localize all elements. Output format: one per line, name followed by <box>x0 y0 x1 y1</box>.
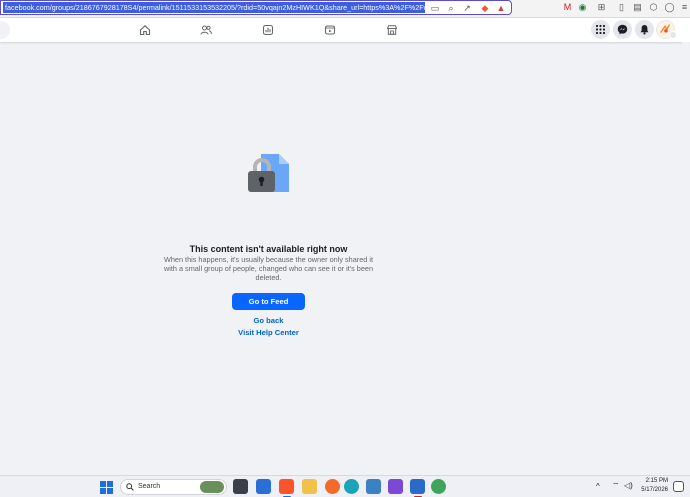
visual-studio-icon[interactable] <box>388 479 403 494</box>
friends-icon <box>200 25 212 35</box>
vpn-icon[interactable]: ⬡ <box>648 2 659 13</box>
video-icon <box>324 25 336 35</box>
extension-icon[interactable]: ◉ <box>577 2 588 13</box>
messenger-icon <box>617 24 628 35</box>
show-hidden-icons[interactable]: ^ <box>596 482 600 491</box>
error-description: When this happens, it's usually because … <box>163 255 374 282</box>
marketplace-icon <box>386 25 398 35</box>
cast-icon[interactable]: ▭ <box>429 2 441 14</box>
gmail-extension-icon[interactable]: M <box>562 2 573 13</box>
dashboard-tab[interactable] <box>259 21 277 39</box>
lock-document-icon <box>248 154 289 192</box>
address-bar[interactable]: facebook.com/groups/2186767928178S4/perm… <box>0 0 512 15</box>
clock-date[interactable]: 5/17/2026 <box>630 487 668 493</box>
edge-icon[interactable] <box>344 479 359 494</box>
windows-taskbar: Search ^ ⌔ ◁) 2:15 PM 5/17/2026 <box>0 475 690 497</box>
browser-toolbar: facebook.com/groups/2186767928178S4/perm… <box>0 0 690 18</box>
go-to-feed-button[interactable]: Go to Feed <box>232 293 305 310</box>
messenger-button[interactable] <box>613 20 632 39</box>
help-center-link[interactable]: Visit Help Center <box>200 328 337 337</box>
search-label: Search <box>138 483 161 490</box>
go-back-link[interactable]: Go back <box>200 316 337 325</box>
clock-time[interactable]: 2:15 PM <box>634 478 668 484</box>
file-explorer-icon[interactable] <box>302 479 317 494</box>
bell-icon <box>640 25 649 35</box>
browser-icon[interactable] <box>431 479 446 494</box>
notifications-button[interactable] <box>635 20 654 39</box>
zoom-icon[interactable]: ⌕ <box>445 2 457 14</box>
home-tab[interactable] <box>136 21 154 39</box>
friends-tab[interactable] <box>197 21 215 39</box>
start-button[interactable] <box>100 481 113 494</box>
wifi-icon[interactable]: ⌔ <box>612 481 620 491</box>
brave-rewards-icon[interactable]: ▲ <box>495 2 507 14</box>
home-icon <box>139 25 151 36</box>
app-icon[interactable] <box>325 479 340 494</box>
menu-grid-icon <box>595 24 606 35</box>
shield-icon[interactable]: ◯ <box>664 2 675 13</box>
brave-shield-icon[interactable]: ◆ <box>479 2 491 14</box>
phone-link-icon[interactable] <box>366 479 381 494</box>
url-text[interactable]: facebook.com/groups/2186767928178S4/perm… <box>3 2 425 13</box>
task-view-icon[interactable] <box>233 479 248 494</box>
notification-center-icon[interactable] <box>673 481 684 492</box>
search-icon <box>126 483 134 491</box>
sidebar-icon[interactable]: ▯ <box>616 2 627 13</box>
page-scrollbar[interactable] <box>682 42 690 475</box>
video-tab[interactable] <box>321 21 339 39</box>
search-highlight-image <box>200 481 224 493</box>
search-button[interactable] <box>0 21 10 39</box>
widgets-icon[interactable] <box>256 479 271 494</box>
extensions-puzzle-icon[interactable]: ⊞ <box>596 2 607 13</box>
facebook-header <box>0 18 690 42</box>
wallet-icon[interactable]: ▤ <box>632 2 643 13</box>
menu-icon[interactable]: ≡ <box>679 2 690 13</box>
menu-button[interactable] <box>591 20 610 39</box>
dashboard-icon <box>262 24 274 36</box>
page-title: This content isn't available right now <box>189 244 348 254</box>
share-icon[interactable]: ↗ <box>461 2 473 14</box>
taskbar-search[interactable]: Search <box>120 479 227 495</box>
marketplace-tab[interactable] <box>383 21 401 39</box>
vscode-icon[interactable] <box>410 479 425 494</box>
account-menu-caret[interactable] <box>669 31 677 39</box>
brave-browser-icon[interactable] <box>279 479 294 494</box>
